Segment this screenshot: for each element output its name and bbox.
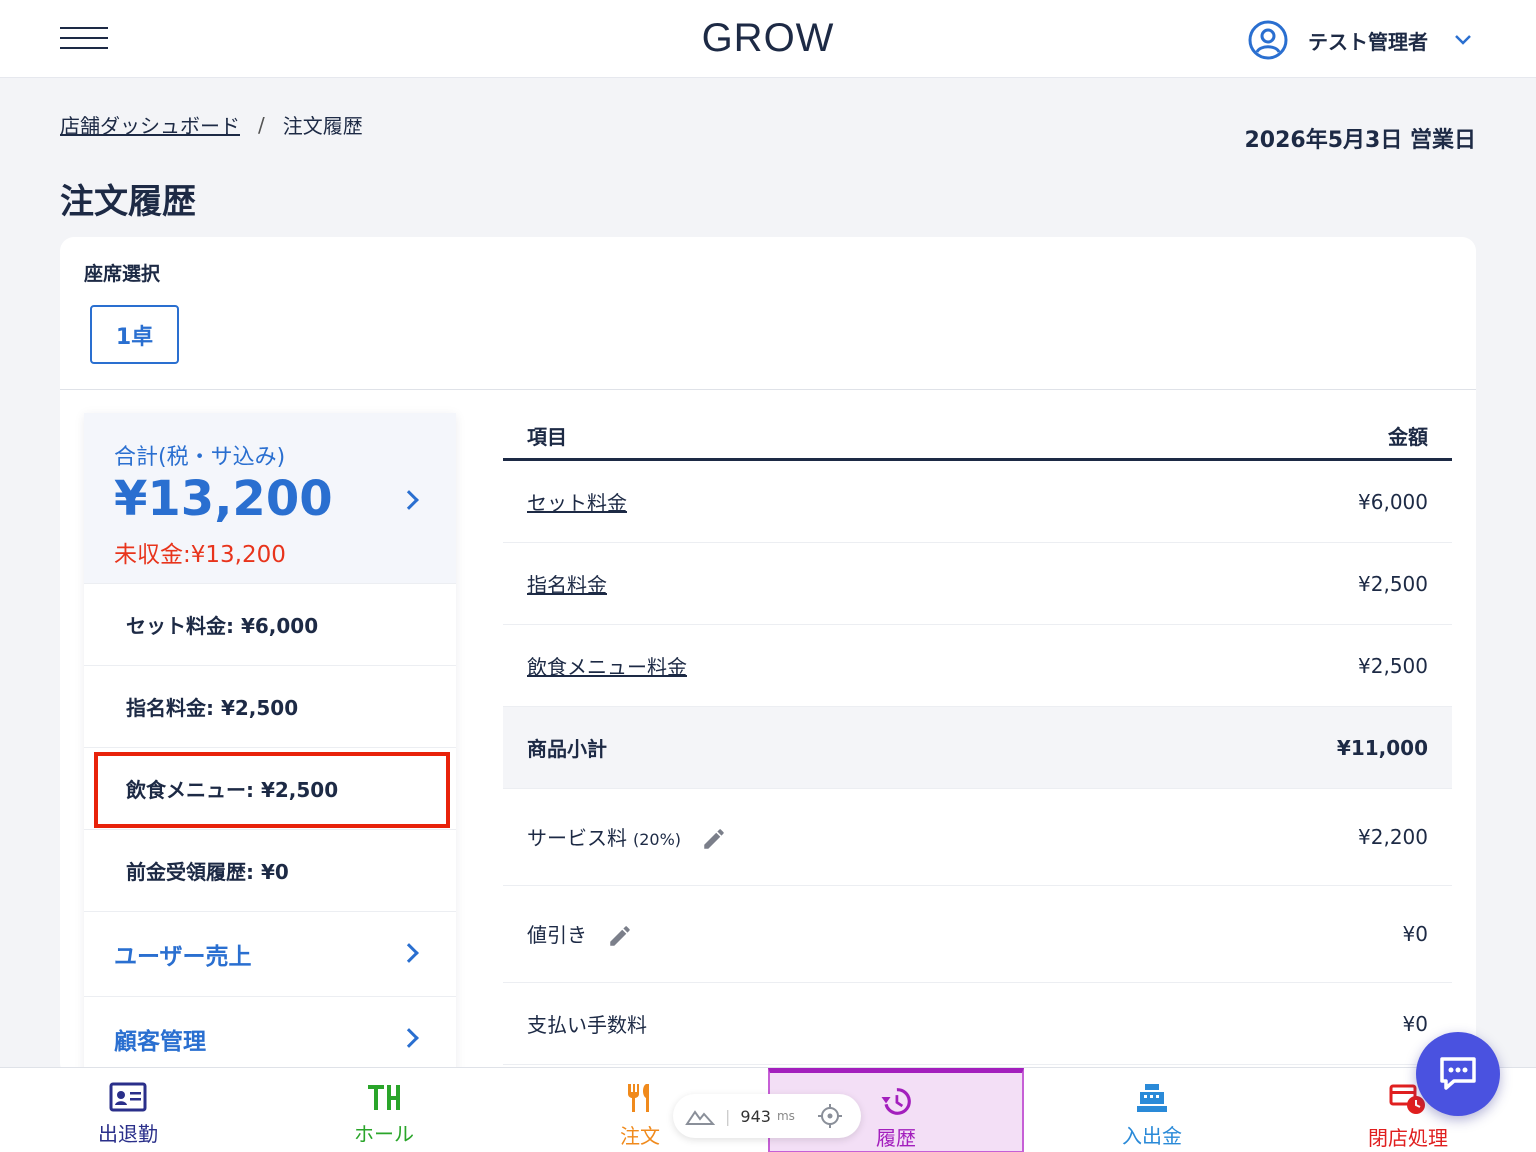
table-row: 指名料金 ¥2,500 — [503, 543, 1452, 625]
table-icon — [368, 1085, 400, 1110]
breadcrumb-current: 注文履歴 — [282, 114, 363, 138]
charges-table: 項目 金額 セット料金 ¥6,000 指名料金 ¥2,500 飲食メニュー料金 … — [503, 413, 1452, 1065]
chevron-right-icon — [399, 490, 419, 510]
row-amount: ¥6,000 — [1358, 489, 1428, 514]
pill-divider: | — [725, 1106, 731, 1126]
perf-unit: ms — [776, 1109, 795, 1123]
order-history-card: 座席選択 1卓 合計(税・サ込み) ¥13,200 未収金:¥13,200 セッ… — [60, 237, 1476, 1077]
id-card-icon — [109, 1082, 147, 1112]
nav-order-label: 注文 — [620, 1124, 660, 1148]
nav-close-store-label: 閉店処理 — [1368, 1126, 1448, 1150]
highlight-box — [94, 752, 450, 828]
row-item: 値引き — [527, 922, 587, 947]
breakdown-deposit-history: 前金受領履歴: ¥0 — [84, 829, 456, 911]
table-header: 項目 金額 — [503, 413, 1452, 461]
row-item-service-fee: サービス料 (20%) — [527, 822, 727, 853]
nav-attendance[interactable]: 出退勤 — [0, 1068, 256, 1152]
row-amount: ¥2,200 — [1358, 825, 1428, 849]
chevron-down-icon — [1455, 35, 1471, 45]
breadcrumb: 店舗ダッシュボード / 注文履歴 — [60, 110, 363, 139]
column-header-item: 項目 — [527, 425, 567, 449]
row-item: 商品小計 — [527, 737, 607, 761]
row-amount: ¥2,500 — [1358, 653, 1428, 678]
service-fee-percent: (20%) — [633, 829, 682, 849]
breakdown-food-menu: 飲食メニュー: ¥2,500 — [84, 747, 456, 829]
unpaid-amount: 未収金:¥13,200 — [114, 542, 286, 568]
fork-knife-icon — [628, 1084, 649, 1112]
perf-value: 943 — [740, 1106, 771, 1126]
page-title: 注文履歴 — [60, 182, 196, 222]
user-avatar-icon — [1248, 20, 1288, 60]
breakdown-set-fee: セット料金: ¥6,000 — [84, 583, 456, 665]
row-amount: ¥0 — [1402, 1011, 1428, 1036]
summary-panel: 合計(税・サ込み) ¥13,200 未収金:¥13,200 セット料金: ¥6,… — [84, 413, 456, 1077]
chevron-right-icon — [399, 943, 419, 963]
mountain-icon — [685, 1110, 715, 1125]
table-row: 値引き ¥0 — [503, 886, 1452, 983]
nav-hall[interactable]: ホール — [256, 1068, 512, 1152]
chat-icon — [1440, 1057, 1476, 1090]
cash-register-icon — [1137, 1084, 1167, 1112]
crosshair-icon — [817, 1104, 842, 1128]
table-row: 支払い手数料 ¥0 — [503, 983, 1452, 1065]
user-sales-link[interactable]: ユーザー売上 — [84, 911, 456, 996]
pencil-icon[interactable] — [607, 923, 633, 949]
chat-button[interactable] — [1416, 1032, 1500, 1116]
table-row: サービス料 (20%) ¥2,200 — [503, 789, 1452, 886]
row-item: サービス料 — [527, 825, 627, 850]
seat-button[interactable]: 1卓 — [90, 305, 179, 364]
column-header-amount: 金額 — [1388, 425, 1428, 449]
subtotal-row: 商品小計 ¥11,000 — [503, 707, 1452, 789]
table-row: セット料金 ¥6,000 — [503, 461, 1452, 543]
menu-icon[interactable] — [60, 24, 108, 52]
nav-history-label: 履歴 — [876, 1126, 916, 1150]
customer-management-link[interactable]: 顧客管理 — [84, 996, 456, 1077]
business-date: 2026年5月3日 営業日 — [1244, 128, 1476, 153]
user-menu[interactable]: テスト管理者 — [1248, 18, 1472, 62]
user-sales-label: ユーザー売上 — [114, 944, 252, 970]
app-logo: GROW — [701, 16, 835, 60]
breadcrumb-home-link[interactable]: 店舗ダッシュボード — [60, 110, 240, 139]
seat-select-label: 座席選択 — [84, 263, 161, 285]
breadcrumb-separator: / — [258, 112, 265, 137]
nav-cash-label: 入出金 — [1122, 1124, 1182, 1148]
performance-indicator[interactable]: | 943 ms — [673, 1094, 861, 1138]
row-item-discount: 値引き — [527, 919, 633, 950]
app-header: GROW テスト管理者 — [0, 0, 1536, 78]
nav-hall-label: ホール — [354, 1122, 414, 1146]
chevron-right-icon — [399, 1028, 419, 1048]
total-amount: ¥13,200 — [114, 471, 333, 527]
history-icon — [881, 1088, 911, 1115]
pencil-icon[interactable] — [701, 826, 727, 852]
row-item-link[interactable]: 飲食メニュー料金 — [527, 651, 687, 680]
nav-attendance-label: 出退勤 — [98, 1122, 158, 1146]
table-row: 飲食メニュー料金 ¥2,500 — [503, 625, 1452, 707]
divider — [60, 389, 1476, 390]
total-label: 合計(税・サ込み) — [114, 445, 286, 470]
row-item: 支払い手数料 — [527, 1013, 647, 1037]
total-summary[interactable]: 合計(税・サ込み) ¥13,200 未収金:¥13,200 — [84, 413, 456, 583]
row-amount: ¥0 — [1402, 922, 1428, 946]
breakdown-nomination-fee: 指名料金: ¥2,500 — [84, 665, 456, 747]
user-name: テスト管理者 — [1308, 29, 1428, 54]
row-item-link[interactable]: セット料金 — [527, 487, 627, 516]
row-amount: ¥2,500 — [1358, 571, 1428, 596]
row-item-link[interactable]: 指名料金 — [527, 569, 607, 598]
customer-management-label: 顧客管理 — [114, 1029, 206, 1055]
nav-cash[interactable]: 入出金 — [1024, 1068, 1280, 1152]
row-amount: ¥11,000 — [1336, 735, 1428, 760]
